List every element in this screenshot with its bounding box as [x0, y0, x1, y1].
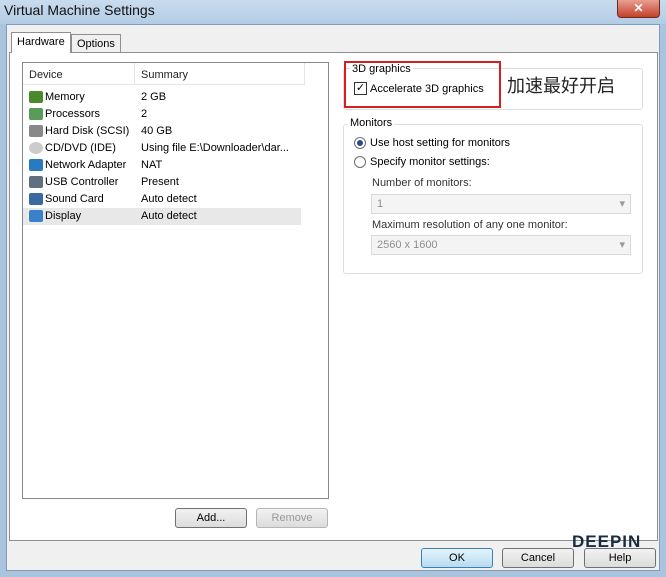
device-row[interactable]: USB Controller Present	[23, 174, 301, 191]
device-name: Processors	[45, 108, 101, 120]
use-host-label: Use host setting for monitors	[370, 137, 511, 149]
use-host-radio[interactable]	[354, 137, 366, 149]
ok-button[interactable]: OK	[421, 548, 493, 568]
specify-label: Specify monitor settings:	[370, 156, 490, 168]
memory-icon	[29, 91, 43, 103]
processor-icon	[29, 108, 43, 120]
device-row[interactable]: Hard Disk (SCSI) 40 GB	[23, 123, 301, 140]
device-row[interactable]: Processors 2	[23, 106, 301, 123]
display-icon	[29, 210, 43, 222]
help-button[interactable]: Help	[584, 548, 656, 568]
column-header-summary[interactable]: Summary	[135, 63, 305, 85]
cancel-button[interactable]: Cancel	[502, 548, 574, 568]
network-adapter-icon	[29, 159, 43, 171]
usb-icon	[29, 176, 43, 188]
device-summary: Auto detect	[141, 210, 197, 222]
remove-button[interactable]: Remove	[256, 508, 328, 528]
device-summary: 40 GB	[141, 125, 173, 137]
accelerate-label: Accelerate 3D graphics	[370, 83, 484, 95]
graphics-group-label: 3D graphics	[350, 63, 413, 75]
device-name: USB Controller	[45, 176, 119, 188]
accelerate-checkbox[interactable]: ✓	[354, 82, 367, 95]
device-summary: Present	[141, 176, 179, 188]
hard-disk-icon	[29, 125, 43, 137]
device-name: Sound Card	[45, 193, 104, 205]
device-name: Hard Disk (SCSI)	[45, 125, 130, 137]
device-summary: 2	[141, 108, 148, 120]
device-row[interactable]: CD/DVD (IDE) Using file E:\Downloader\da…	[23, 140, 301, 157]
specify-radio[interactable]	[354, 156, 366, 168]
device-name: Memory	[45, 91, 85, 103]
max-resolution-label: Maximum resolution of any one monitor:	[372, 219, 568, 231]
device-name: Display	[45, 210, 82, 222]
close-button[interactable]: ✕	[617, 0, 660, 18]
number-of-monitors-select[interactable]: 1	[371, 194, 631, 214]
device-row[interactable]: Network Adapter NAT	[23, 157, 301, 174]
monitors-group-label: Monitors	[348, 117, 395, 129]
max-resolution-select[interactable]: 2560 x 1600	[371, 235, 631, 255]
device-list[interactable]: Device Summary Memory 2 GB Processors 2 …	[22, 62, 329, 499]
sound-card-icon	[29, 193, 43, 205]
column-header-device[interactable]: Device	[23, 63, 135, 85]
window-title: Virtual Machine Settings	[4, 2, 155, 18]
device-summary: Using file E:\Downloader\dar...	[141, 142, 289, 154]
device-row[interactable]: Sound Card Auto detect	[23, 191, 301, 208]
cd-dvd-icon	[29, 142, 43, 154]
device-row[interactable]: Display Auto detect	[23, 208, 301, 225]
device-name: Network Adapter	[45, 159, 127, 171]
device-summary: Auto detect	[141, 193, 197, 205]
number-of-monitors-label: Number of monitors:	[372, 177, 472, 189]
device-name: CD/DVD (IDE)	[45, 142, 116, 154]
tab-options[interactable]: Options	[71, 34, 121, 54]
device-row[interactable]: Memory 2 GB	[23, 89, 301, 106]
annotation-text: 加速最好开启	[507, 76, 615, 96]
tab-hardware[interactable]: Hardware	[11, 32, 71, 53]
device-summary: 2 GB	[141, 91, 167, 103]
add-button[interactable]: Add...	[175, 508, 247, 528]
device-summary: NAT	[141, 159, 163, 171]
